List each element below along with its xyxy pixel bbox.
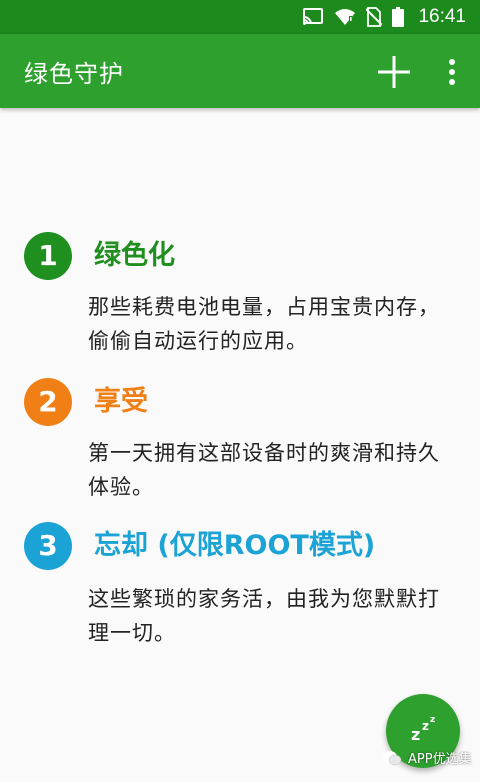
- svg-text:z: z: [411, 725, 420, 744]
- status-bar: 16:41: [0, 0, 480, 34]
- battery-icon: [392, 7, 405, 27]
- step-3-badge: 3: [24, 522, 72, 570]
- no-sim-icon: [366, 7, 383, 27]
- screen: 16:41 绿色守护 1 绿色化 那些耗费电池电量，占用宝贵内存，偷偷自动运行的…: [0, 0, 480, 782]
- feature-description: 第一天拥有这部设备时的爽滑和持久体验。: [88, 441, 440, 499]
- more-vert-icon: [449, 59, 455, 85]
- wifi-icon: [334, 8, 356, 26]
- svg-text:z: z: [422, 719, 429, 733]
- more-options-button[interactable]: [440, 54, 464, 90]
- step-1-badge: 1: [24, 232, 72, 280]
- app-bar: 绿色守护: [0, 34, 480, 108]
- svg-text:z: z: [430, 715, 435, 725]
- feature-title: 绿色化: [94, 240, 175, 271]
- feature-title: 享受: [94, 386, 148, 417]
- feature-description: 这些繁琐的家务活，由我为您默默打理一切。: [88, 587, 440, 645]
- cast-icon: [302, 8, 324, 26]
- wechat-icon: [383, 750, 402, 765]
- step-2-badge: 2: [24, 378, 72, 426]
- feature-description: 那些耗费电池电量，占用宝贵内存，偷偷自动运行的应用。: [88, 295, 440, 353]
- add-button[interactable]: [376, 54, 412, 90]
- watermark-text: APP优选集: [408, 752, 472, 767]
- watermark: APP优选集: [382, 748, 472, 767]
- app-title: 绿色守护: [24, 59, 124, 88]
- intro-content: 1 绿色化 那些耗费电池电量，占用宝贵内存，偷偷自动运行的应用。 2 享受 第一…: [0, 108, 480, 782]
- plus-icon: [378, 56, 410, 88]
- status-time: 16:41: [418, 6, 466, 27]
- feature-title: 忘却 (仅限ROOT模式): [94, 530, 376, 561]
